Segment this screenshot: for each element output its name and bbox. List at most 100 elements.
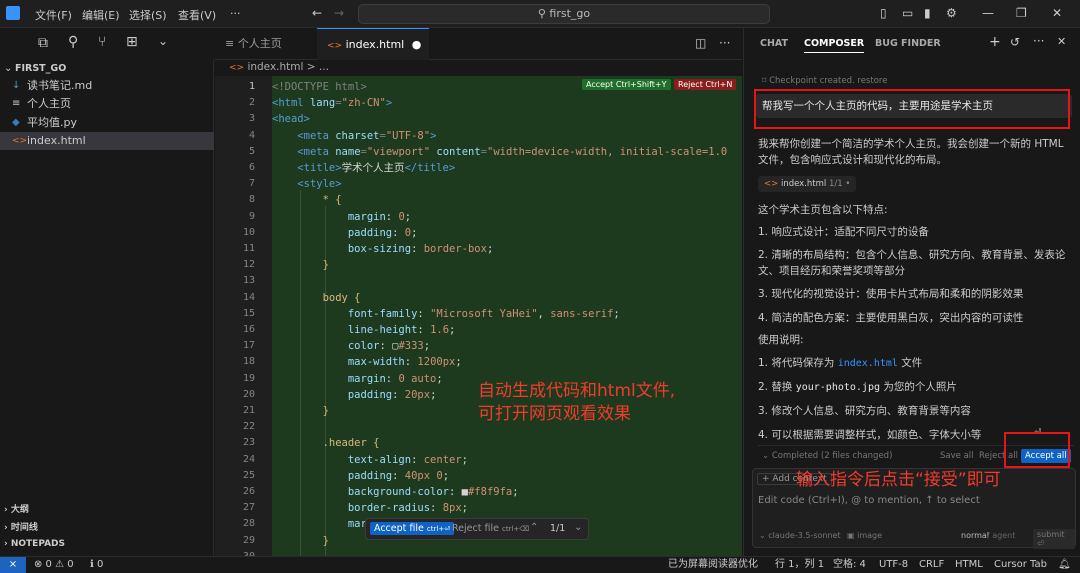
code-line: <style>	[297, 178, 342, 191]
toggle-secondary-sidebar-icon[interactable]: ▮	[924, 6, 931, 20]
toggle-sidebar-icon[interactable]: ▯	[880, 6, 887, 20]
menu-file[interactable]: 文件(F)	[35, 7, 72, 23]
completed-status[interactable]: ⌄ Completed (2 files changed)	[762, 451, 892, 461]
line-number: 15	[242, 307, 255, 319]
indentation[interactable]: 空格: 4	[833, 557, 866, 572]
line-number: 7	[248, 178, 255, 190]
html-file-icon: <>	[12, 136, 28, 146]
restore-link[interactable]: restore	[857, 76, 887, 86]
composer-input[interactable]: Edit code (Ctrl+I), @ to mention, ↑ to s…	[758, 495, 980, 506]
line-number: 28	[242, 518, 255, 530]
accept-file-button[interactable]: Accept file ctrl+⏎	[370, 522, 455, 535]
assistant-intro: 我来帮你创建一个简洁的学术个人主页。我会创建一个新的 HTML 文件，包含响应式…	[758, 138, 1064, 166]
more-actions-icon[interactable]: ···	[719, 36, 730, 50]
save-all-button[interactable]: Save all	[940, 451, 974, 461]
line-number: 10	[242, 226, 255, 238]
mode-agent[interactable]: / agent	[987, 531, 1015, 540]
section-timeline[interactable]: › 时间线	[4, 520, 38, 533]
tab-composer[interactable]: COMPOSER	[804, 38, 865, 53]
file-chip[interactable]: <> index.html 1/1 •	[758, 176, 857, 192]
feature-item: 4. 简洁的配色方案：主要使用黑白灰，突出内容的可读性	[758, 312, 1024, 324]
menu-view[interactable]: 查看(V)	[178, 7, 216, 23]
menu-selection[interactable]: 选择(S)	[129, 7, 167, 23]
explorer-sidebar: ⌄ FIRST_GO ↓ 读书笔记.md ≡ 个人主页 ◆ 平均值.py <> …	[0, 60, 214, 556]
command-search-input[interactable]: ⚲ first_go	[358, 4, 770, 24]
plus-icon[interactable]: +	[989, 34, 1001, 50]
menu-more[interactable]: ···	[230, 7, 241, 20]
language-mode[interactable]: HTML	[955, 557, 983, 572]
source-control-icon[interactable]: ⑂	[98, 34, 106, 50]
explorer-icon[interactable]: ⧉	[38, 35, 48, 51]
code-line: color: ▢#333;	[347, 340, 431, 353]
forward-arrow-icon[interactable]: →	[334, 6, 344, 20]
code-line: background-color: ■#f8f9fa;	[347, 486, 519, 498]
close-icon[interactable]: ✕	[1057, 35, 1066, 48]
app-logo-icon	[6, 6, 20, 20]
gear-icon[interactable]: ⚙	[946, 6, 957, 20]
tab-chat[interactable]: CHAT	[760, 38, 788, 49]
reject-file-button[interactable]: Reject file ctrl+⌫	[452, 523, 529, 534]
line-number: 13	[242, 275, 255, 287]
notifications-icon[interactable]: 🔔︎	[1058, 557, 1071, 572]
tab-personal-page[interactable]: ≡ 个人主页	[215, 28, 311, 60]
breadcrumb: <> index.html > ...	[229, 61, 329, 73]
chevron-down-icon[interactable]: ⌄	[158, 34, 168, 48]
file-item[interactable]: ≡ 个人主页	[0, 95, 214, 113]
file-item-selected[interactable]: <> index.html	[0, 132, 214, 150]
mode-normal[interactable]: normal	[961, 531, 989, 540]
history-icon[interactable]: ↺	[1010, 35, 1020, 49]
line-number: 23	[242, 437, 255, 449]
image-button[interactable]: ▣ image	[847, 531, 882, 540]
ports-indicator[interactable]: ℹ 0	[90, 557, 103, 572]
code-line: <!DOCTYPE html>	[272, 81, 367, 93]
file-item[interactable]: ↓ 读书笔记.md	[0, 77, 214, 95]
extensions-icon[interactable]: ⊞	[126, 34, 138, 50]
code-line: margin: 0 auto;	[347, 372, 443, 385]
toggle-panel-icon[interactable]: ▭	[902, 6, 913, 20]
cursor-position[interactable]: 行 1，列 1	[775, 557, 824, 572]
html-file-icon: <>	[327, 41, 343, 51]
close-icon[interactable]: ✕	[1052, 6, 1062, 20]
inline-diff-controls: Accept Ctrl+Shift+Y Reject Ctrl+N	[582, 77, 737, 90]
encoding[interactable]: UTF-8	[879, 557, 908, 572]
minimize-icon[interactable]: —	[982, 6, 994, 20]
usage-item: 3. 修改个人信息、研究方向、教育背景等内容	[758, 405, 971, 417]
line-number: 29	[242, 534, 255, 546]
menu-edit[interactable]: 编辑(E)	[82, 7, 120, 23]
python-file-icon: ◆	[12, 117, 20, 128]
search-icon[interactable]: ⚲	[68, 34, 78, 50]
cursor-tab-status[interactable]: Cursor Tab	[994, 557, 1047, 572]
reject-inline-button[interactable]: Reject Ctrl+N	[674, 79, 737, 90]
tab-index-html[interactable]: <> index.html ●	[317, 28, 429, 60]
chevron-up-icon[interactable]: ⌃	[530, 522, 538, 533]
usage-title: 使用说明:	[758, 334, 804, 346]
line-number: 20	[242, 388, 255, 400]
line-number: 8	[248, 194, 255, 206]
code-line: padding: 20px;	[347, 388, 437, 401]
submit-button[interactable]: submit ⏎	[1033, 529, 1075, 549]
code-line: box-sizing: border-box;	[347, 243, 494, 255]
back-arrow-icon[interactable]: ←	[312, 6, 322, 20]
section-notepads[interactable]: › NOTEPADS	[4, 539, 65, 549]
search-icon: ⚲	[537, 7, 550, 20]
accept-inline-button[interactable]: Accept Ctrl+Shift+Y	[582, 79, 671, 90]
section-outline[interactable]: › 大纲	[4, 502, 29, 515]
code-editor[interactable]: 1 2 3 4 5 6 7 8 9 10 11 12 13 14 15 16 17 18 19 20 21 22 23 24 2…	[215, 76, 742, 556]
screen-reader-status[interactable]: 已为屏幕阅读器优化	[668, 557, 758, 572]
code-line: <title>学术个人主页</title>	[297, 162, 456, 174]
unsaved-dot-icon: ●	[411, 38, 422, 51]
folder-root[interactable]: ⌄ FIRST_GO	[0, 60, 214, 78]
maximize-icon[interactable]: ❐	[1016, 6, 1027, 20]
line-number-gutter: 1 2 3 4 5 6 7 8 9 10 11 12 13 14 15 16 17 18 19 20 21 22 23 24 2…	[215, 76, 272, 556]
chevron-down-icon[interactable]: ⌄	[574, 522, 582, 533]
more-icon[interactable]: ···	[1033, 34, 1044, 48]
tab-bug-finder[interactable]: BUG FINDER	[875, 38, 941, 49]
problems-indicator[interactable]: ⊗ 0 ⚠ 0	[34, 557, 74, 572]
model-select[interactable]: ⌄ claude-3.5-sonnet	[759, 531, 841, 540]
line-number: 19	[242, 372, 255, 384]
line-number: 12	[242, 259, 255, 271]
line-ending[interactable]: CRLF	[919, 557, 944, 572]
split-editor-icon[interactable]: ◫	[695, 36, 706, 50]
file-item[interactable]: ◆ 平均值.py	[0, 114, 214, 132]
remote-icon[interactable]: ⨯	[0, 557, 26, 573]
